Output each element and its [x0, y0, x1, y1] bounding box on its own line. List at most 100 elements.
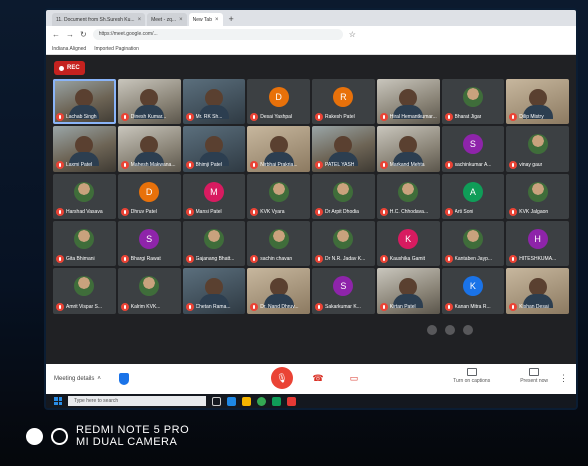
participant-tile[interactable]: Mr. RK Sh...: [182, 79, 246, 125]
participant-grid: Lachab Singh Dinesh Kumar... Mr. RK Sh... D…: [53, 79, 569, 361]
participant-tile[interactable]: M Mansi Patel: [182, 173, 246, 219]
participant-tile[interactable]: vinay gaur: [506, 126, 569, 172]
recording-badge: REC: [54, 61, 85, 75]
more-options-icon[interactable]: ⋮: [559, 373, 568, 384]
reload-icon[interactable]: ↻: [80, 30, 87, 39]
participant-tile[interactable]: Bharat Jigar: [441, 79, 505, 125]
participant-name: Sakarkumar K...: [325, 303, 361, 310]
participant-video: [134, 88, 165, 119]
participant-tile[interactable]: D Dhruv Patel: [117, 173, 181, 219]
participant-tile[interactable]: KVK Vyara: [247, 173, 310, 219]
captions-button[interactable]: Turn on captions: [453, 368, 490, 384]
participant-tile[interactable]: Dr. Nand Dhruv...: [247, 268, 310, 314]
participant-video: [328, 136, 359, 167]
present-now-button[interactable]: Present now: [520, 368, 548, 384]
windows-start-icon[interactable]: [54, 397, 62, 405]
participant-tile[interactable]: Dilip Mistry: [506, 79, 569, 125]
watermark-line: REDMI NOTE 5 PRO: [76, 424, 190, 436]
meeting-details-button[interactable]: Meeting details ˄: [54, 376, 101, 382]
participant-tile[interactable]: Ssachinkumar A...: [441, 126, 505, 172]
participant-tile[interactable]: H.C. Chhodava...: [376, 173, 440, 219]
windows-taskbar: Type here to search: [46, 394, 576, 408]
participant-tile[interactable]: KVK Jalgaon: [506, 173, 569, 219]
participant-name: Kaushika Gamit: [389, 256, 426, 263]
shield-icon[interactable]: [118, 373, 129, 385]
mic-muted-icon: [315, 302, 323, 311]
bookmark-item[interactable]: Imported Pagination: [94, 46, 139, 52]
participant-tile[interactable]: R Rakesh Patel: [312, 79, 375, 125]
participant-tile[interactable]: Lachab Singh: [53, 79, 116, 125]
close-icon[interactable]: ×: [215, 17, 219, 23]
app-icon[interactable]: [287, 396, 296, 406]
mic-muted-icon: [250, 207, 259, 216]
chevron-up-icon: ˄: [97, 376, 101, 382]
participant-tile[interactable]: H HITESHKUMA...: [506, 220, 569, 267]
browser-tab-document[interactable]: 11. Document from Sh.Suresh Ku... ×: [52, 13, 146, 26]
file-explorer-icon[interactable]: [242, 396, 251, 406]
camera-toggle-button[interactable]: ▭: [343, 367, 365, 389]
mic-muted-icon: [56, 113, 64, 122]
participant-video: [393, 278, 424, 309]
edge-icon[interactable]: [227, 396, 236, 406]
participant-name: Rakesh Patel: [325, 114, 355, 121]
chrome-icon[interactable]: [257, 396, 266, 406]
url-field[interactable]: https://meet.google.com/...: [92, 29, 343, 40]
participant-tile[interactable]: PATEL YASH: [312, 126, 375, 172]
more-icon[interactable]: [463, 325, 473, 335]
participant-name: Chetan Rama...: [195, 303, 231, 310]
participant-tile[interactable]: Kishan Desai: [506, 268, 569, 314]
avatar: D: [268, 87, 289, 108]
new-tab-icon[interactable]: +: [225, 13, 238, 26]
forward-icon[interactable]: →: [66, 30, 74, 39]
participant-tile[interactable]: sachin chavan: [247, 220, 310, 267]
participant-tile[interactable]: Gajanang Bhatt...: [182, 220, 246, 267]
participant-tile[interactable]: Nirbhai Prakria...: [247, 126, 310, 172]
participant-name: Hiral Hemantkumar...: [389, 114, 437, 121]
participant-tile[interactable]: Kirtan Patel: [376, 268, 440, 314]
participant-tile[interactable]: Harshad Vasava: [53, 173, 116, 219]
avatar: [268, 229, 289, 250]
participant-tile[interactable]: Chetan Rama...: [182, 268, 246, 314]
pin-icon[interactable]: [427, 325, 437, 335]
bookmark-item[interactable]: Indiana Aligned: [52, 46, 86, 52]
participant-tile[interactable]: S Sakarkumar K...: [312, 268, 375, 314]
participant-name: H.C. Chhodava...: [389, 208, 429, 215]
close-icon[interactable]: ×: [138, 17, 142, 23]
participant-tile[interactable]: Dr Arpit Dhodia: [312, 173, 375, 219]
avatar: [398, 181, 419, 202]
browser-tab-new[interactable]: New Tab ×: [188, 13, 223, 26]
participant-tile[interactable]: Kalrim KVK...: [117, 268, 181, 314]
participant-tile[interactable]: K Kaushika Gamit: [376, 220, 440, 267]
participant-tile[interactable]: D Desai Yashpal: [247, 79, 310, 125]
participant-video: [522, 88, 553, 119]
participant-tile[interactable]: Dinesh Kumar...: [117, 79, 181, 125]
participant-tile[interactable]: S Bhargi Rawat: [117, 220, 181, 267]
leave-call-button[interactable]: ☎: [307, 367, 329, 389]
taskbar-search-input[interactable]: Type here to search: [68, 396, 206, 406]
participant-tile[interactable]: K Kanan Mitra R...: [441, 268, 505, 314]
mic-toggle-button[interactable]: 🎙: [271, 367, 293, 389]
mic-muted-icon: [250, 113, 259, 122]
browser-tab-meet[interactable]: Meet - zq... ×: [147, 13, 187, 26]
mic-muted-icon: [185, 160, 194, 169]
avatar: [268, 181, 289, 202]
task-view-icon[interactable]: [212, 396, 221, 406]
mute-participant-icon[interactable]: [445, 325, 455, 335]
close-icon[interactable]: ×: [179, 17, 183, 23]
participant-tile[interactable]: Kantaben Jayp...: [441, 220, 505, 267]
participant-tile[interactable]: Bhimji Patel: [182, 126, 246, 172]
meeting-details-label: Meeting details: [54, 376, 95, 382]
participant-tile[interactable]: Laxmi Patel: [53, 126, 116, 172]
camera-watermark: REDMI NOTE 5 PRO MI DUAL CAMERA: [26, 424, 189, 448]
participant-tile[interactable]: A Arti Soni: [441, 173, 505, 219]
participant-tile[interactable]: Amrit Vispar S...: [53, 268, 116, 314]
participant-tile[interactable]: Gita Bhimani: [53, 220, 116, 267]
participant-tile[interactable]: Hiral Hemantkumar...: [376, 79, 440, 125]
back-icon[interactable]: ←: [52, 30, 60, 39]
star-icon[interactable]: ☆: [349, 30, 356, 39]
participant-tile[interactable]: Dr N.R. Jadav K...: [312, 220, 375, 267]
participant-tile[interactable]: Mahesh Makwana...: [117, 126, 181, 172]
avatar: [462, 229, 483, 250]
participant-tile[interactable]: Markand Mehta: [376, 126, 440, 172]
app-icon[interactable]: [272, 396, 281, 406]
